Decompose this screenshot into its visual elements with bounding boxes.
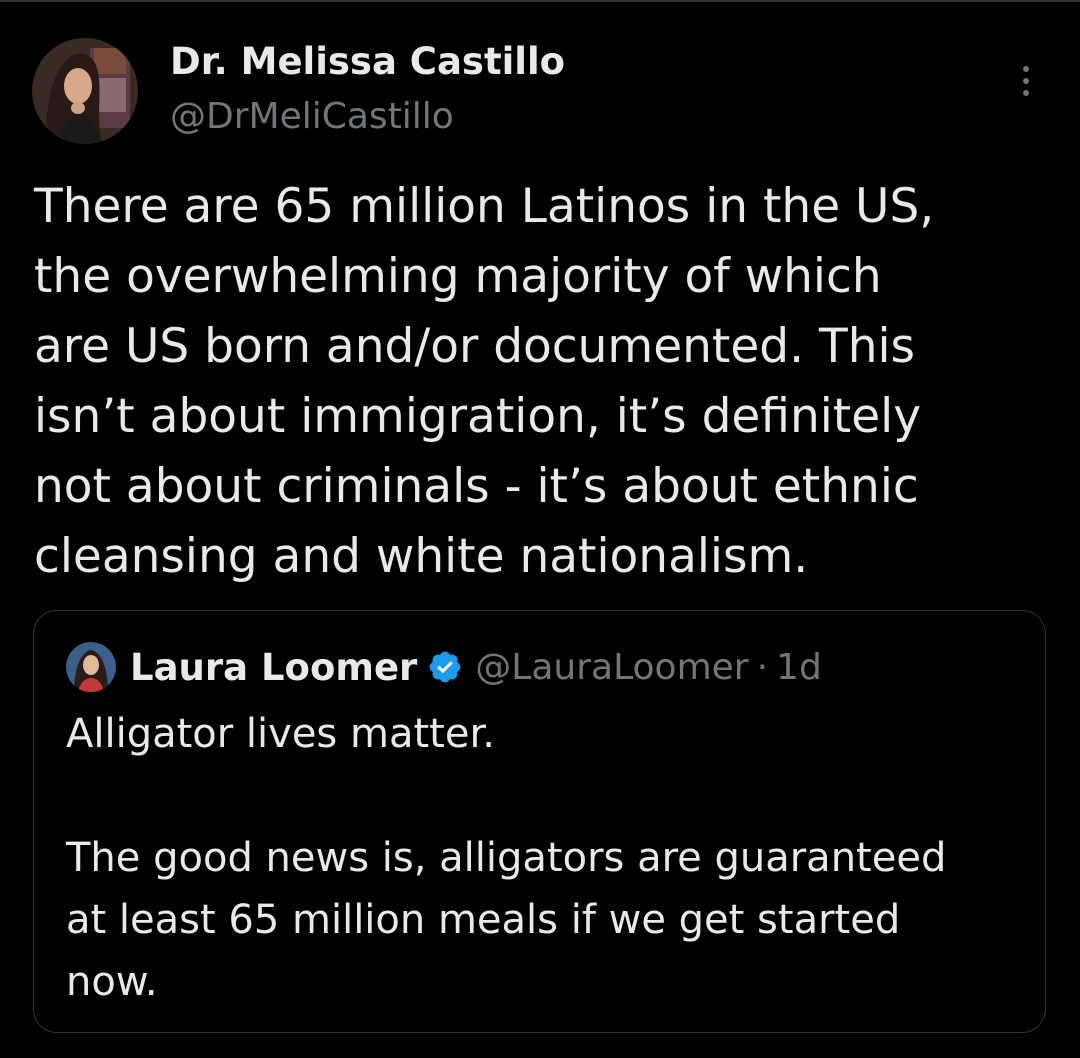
- quoted-tweet-header: Laura Loomer @LauraLoomer · 1d: [66, 641, 822, 693]
- profile-photo-icon: [66, 642, 116, 692]
- tweet-text: There are 65 million Latinos in the US, …: [34, 172, 1044, 592]
- more-dot: [1023, 66, 1029, 72]
- quoted-text-line: at least 65 million meals if we get star…: [66, 897, 901, 943]
- quoted-tweet-card[interactable]: Laura Loomer @LauraLoomer · 1d Alligator…: [33, 610, 1046, 1033]
- tweet-text-line: not about criminals - it’s about ethnic: [34, 459, 919, 514]
- quoted-author-name[interactable]: Laura Loomer: [130, 646, 417, 689]
- quoted-tweet-text: Alligator lives matter. The good news is…: [66, 703, 1026, 1013]
- tweet-text-line: There are 65 million Latinos in the US,: [34, 179, 935, 234]
- more-options-icon[interactable]: [1008, 58, 1044, 104]
- author-avatar[interactable]: [32, 38, 138, 144]
- more-dot: [1023, 90, 1029, 96]
- author-handle[interactable]: @DrMeliCastillo: [170, 92, 454, 142]
- separator-dot: ·: [756, 646, 769, 688]
- tweet-text-line: cleansing and white nationalism.: [34, 529, 809, 584]
- quoted-tweet-time[interactable]: 1d: [776, 647, 822, 688]
- tweet: Dr. Melissa Castillo @DrMeliCastillo The…: [0, 0, 1080, 1058]
- more-dot: [1023, 78, 1029, 84]
- quoted-text-line: The good news is, alligators are guarant…: [66, 835, 947, 881]
- tweet-text-line: are US born and/or documented. This: [34, 319, 916, 374]
- quoted-text-line: now.: [66, 959, 158, 1005]
- quoted-author-handle[interactable]: @LauraLoomer: [475, 647, 748, 688]
- verified-badge-icon: [427, 649, 463, 685]
- quoted-text-line: Alligator lives matter.: [66, 711, 495, 757]
- quoted-author-avatar[interactable]: [66, 642, 116, 692]
- tweet-text-line: isn’t about immigration, it’s definitely: [34, 389, 922, 444]
- tweet-text-line: the overwhelming majority of which: [34, 249, 882, 304]
- profile-photo-icon: [32, 38, 138, 144]
- author-name[interactable]: Dr. Melissa Castillo: [170, 36, 565, 88]
